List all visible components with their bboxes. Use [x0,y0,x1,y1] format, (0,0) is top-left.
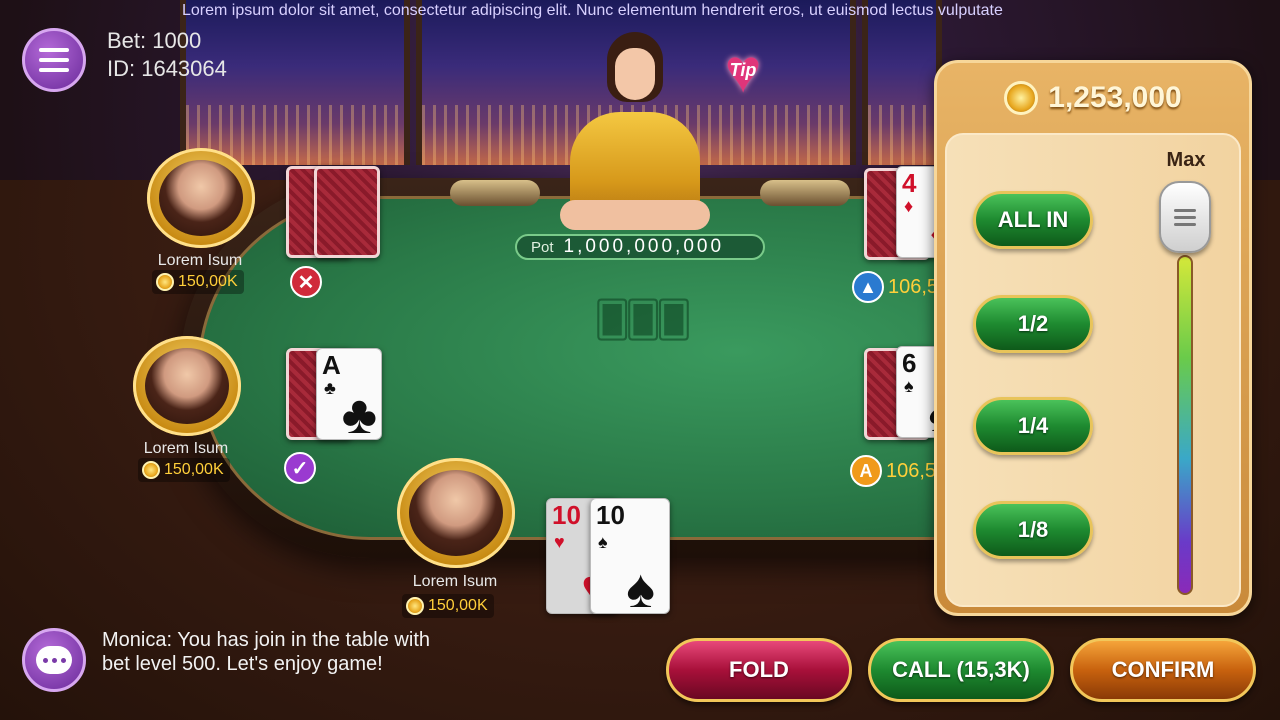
right-player-2-chips: A 106,5 [850,455,937,487]
city-window-right [862,0,942,165]
player-id-text: ID: 1643064 [107,56,227,81]
coin-icon [142,461,160,479]
self-player-name: Lorem Isum [412,573,498,590]
card-rank: 10 [596,500,625,530]
pot-value: 1,000,000,000 [563,236,725,257]
all-in-button[interactable]: ALL IN [973,191,1093,249]
chat-message: Monica: You has join in the table with b… [102,629,430,675]
dealer-character [560,20,710,230]
player-2-name: Lorem Isum [143,440,229,457]
card-suit: ♠ [598,532,608,552]
coin-icon [406,597,424,615]
player-2-chips-value: 150,00K [164,461,224,478]
rail-ornament-left [450,180,540,206]
pot-label: Pot [531,238,554,256]
self-player-chips: 150,00K [402,594,494,618]
rail-ornament-right [760,180,850,206]
card-rank: 10 [552,500,581,530]
card-suit: ♥ [554,532,565,552]
announcement-marquee: Lorem ipsum dolor sit amet, consectetur … [182,2,1003,19]
right-player-2-chips-value: 106,5 [886,459,937,482]
bet-slider-track[interactable] [1177,255,1193,595]
card-rank: 4 [902,168,917,198]
pot-display: Pot 1,000,000,000 [515,234,765,260]
confirm-button[interactable]: CONFIRM [1070,638,1256,702]
self-player-chips-value: 150,00K [428,597,488,614]
card-big-suit: ♠ [626,559,655,614]
city-window-left [180,0,410,165]
balance-value: 1,253,000 [1048,81,1182,114]
balance-display: 1,253,000 [937,63,1249,133]
fold-x-icon: ✕ [290,266,322,298]
player-2-chips: 150,00K [138,458,230,482]
card-rank: 6 [902,348,917,378]
menu-button[interactable] [22,28,86,92]
check-icon: ✓ [284,452,316,484]
tip-label: Tip [729,60,757,80]
player-1-card-back-2 [314,166,380,258]
my-card-2: 10 ♠ ♠ [590,498,670,614]
coin-icon [156,273,174,291]
coin-icon [1004,81,1039,115]
all-in-a-icon: A [850,455,882,487]
raise-arrow-icon: ▲ [852,271,884,303]
tip-button[interactable]: ♥ Tip [712,41,774,103]
player-1-chips-value: 150,00K [178,273,238,290]
right-player-1-chips-value: 106,5 [888,275,939,298]
fold-button[interactable]: FOLD [666,638,852,702]
right-player-1-chips: ▲ 106,5 [852,271,939,303]
table-logo: 🂠🂠🂠 [570,300,710,400]
player-1-chips: 150,00K [152,270,244,294]
card-suit: ♠ [904,376,914,396]
cards-fan-icon: 🂠🂠🂠 [593,300,692,341]
card-suit: ♦ [904,196,914,216]
card-big-suit: ♣ [341,385,377,440]
chat-icon [36,646,72,674]
call-button[interactable]: CALL (15,3K) [868,638,1054,702]
bet-panel: 1,253,000 ALL IN 1/2 1/4 1/8 Max [934,60,1252,616]
slider-max-label: Max [1166,149,1206,171]
bet-level-text: Bet: 1000 [107,28,202,53]
player-2-card-ace-clubs: A ♣ ♣ [316,348,382,440]
player-1-avatar[interactable] [147,148,255,248]
half-pot-button[interactable]: 1/2 [973,295,1093,353]
player-1-name: Lorem Isum [157,252,243,269]
quarter-pot-button[interactable]: 1/4 [973,397,1093,455]
chat-button[interactable] [22,628,86,692]
self-player-avatar[interactable] [397,458,515,568]
card-rank: A [322,350,341,380]
bet-options-area: ALL IN 1/2 1/4 1/8 Max [945,133,1241,607]
player-2-avatar[interactable] [133,336,241,436]
eighth-pot-button[interactable]: 1/8 [973,501,1093,559]
card-suit: ♣ [324,378,336,398]
bet-slider-handle[interactable] [1159,181,1211,253]
menu-icon [39,48,69,52]
